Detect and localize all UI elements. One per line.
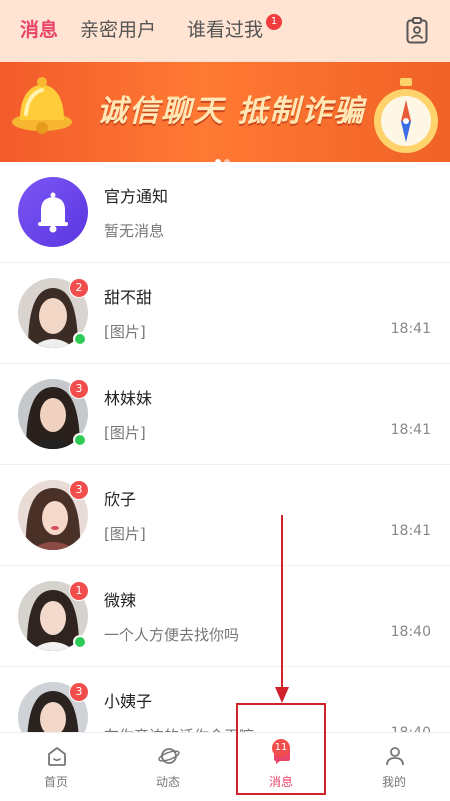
message-list: 官方通知 暂无消息 2 甜不甜 [图片] 18:41 3 林妹妹 [图片] 18… xyxy=(0,162,450,768)
contact-name: 林妹妹 xyxy=(104,389,153,408)
nav-mine[interactable]: 我的 xyxy=(338,733,450,801)
anti-fraud-banner[interactable]: 诚信聊天 抵制诈骗 xyxy=(0,62,450,162)
online-status-dot xyxy=(73,433,87,447)
planet-icon xyxy=(158,748,180,764)
nav-home-label: 首页 xyxy=(43,775,68,789)
top-header: 消息 亲密用户 谁看过我 1 xyxy=(0,0,450,62)
banner-slogan: 诚信聊天 抵制诈骗 xyxy=(97,94,366,129)
list-item-official-notice[interactable]: 官方通知 暂无消息 xyxy=(0,162,450,263)
contact-name: 小姨子 xyxy=(104,692,153,711)
compass-icon xyxy=(374,78,438,153)
unread-badge: 1 xyxy=(69,581,89,601)
clipboard-user-icon[interactable] xyxy=(406,17,428,44)
message-preview: 暂无消息 xyxy=(104,222,165,240)
contact-name: 官方通知 xyxy=(104,187,169,206)
contact-name: 欣子 xyxy=(104,490,137,509)
contact-name: 甜不甜 xyxy=(104,288,153,307)
message-time: 18:41 xyxy=(390,321,431,337)
home-icon xyxy=(48,747,66,766)
bell-icon xyxy=(38,192,68,233)
message-preview: [图片] xyxy=(104,424,146,442)
nav-home[interactable]: 首页 xyxy=(0,733,112,801)
unread-badge: 3 xyxy=(69,480,89,500)
unread-badge: 2 xyxy=(69,278,89,298)
user-icon xyxy=(386,747,404,766)
list-item[interactable]: 3 林妹妹 [图片] 18:41 xyxy=(0,364,450,465)
annotation-arrow-icon xyxy=(275,515,289,703)
bottom-nav: 首页 动态 11 消息 我的 xyxy=(0,732,450,801)
online-status-dot xyxy=(73,635,87,649)
list-item[interactable]: 3 欣子 [图片] 18:41 xyxy=(0,465,450,566)
message-time: 18:40 xyxy=(390,624,431,640)
contact-name: 微辣 xyxy=(104,591,137,610)
nav-moments-label: 动态 xyxy=(155,775,180,789)
message-preview: 一个人方便去找你吗 xyxy=(104,626,240,644)
list-item[interactable]: 2 甜不甜 [图片] 18:41 xyxy=(0,263,450,364)
tab-who-viewed-me[interactable]: 谁看过我 xyxy=(187,18,263,42)
message-time: 18:41 xyxy=(390,523,431,539)
message-time: 18:41 xyxy=(390,422,431,438)
bell-icon xyxy=(12,77,72,134)
message-preview: [图片] xyxy=(104,525,146,543)
online-status-dot xyxy=(73,332,87,346)
viewed-me-badge: 1 xyxy=(266,14,282,30)
unread-badge: 3 xyxy=(69,379,89,399)
list-item[interactable]: 1 微辣 一个人方便去找你吗 18:40 xyxy=(0,566,450,667)
annotation-highlight-box xyxy=(236,703,326,795)
tab-messages[interactable]: 消息 xyxy=(20,18,58,42)
avatar xyxy=(18,177,88,247)
unread-badge: 3 xyxy=(69,682,89,702)
nav-mine-label: 我的 xyxy=(381,775,406,789)
tab-intimate-users[interactable]: 亲密用户 xyxy=(80,18,156,42)
message-preview: [图片] xyxy=(104,323,146,341)
nav-moments[interactable]: 动态 xyxy=(112,733,224,801)
banner-pagination xyxy=(215,150,233,162)
